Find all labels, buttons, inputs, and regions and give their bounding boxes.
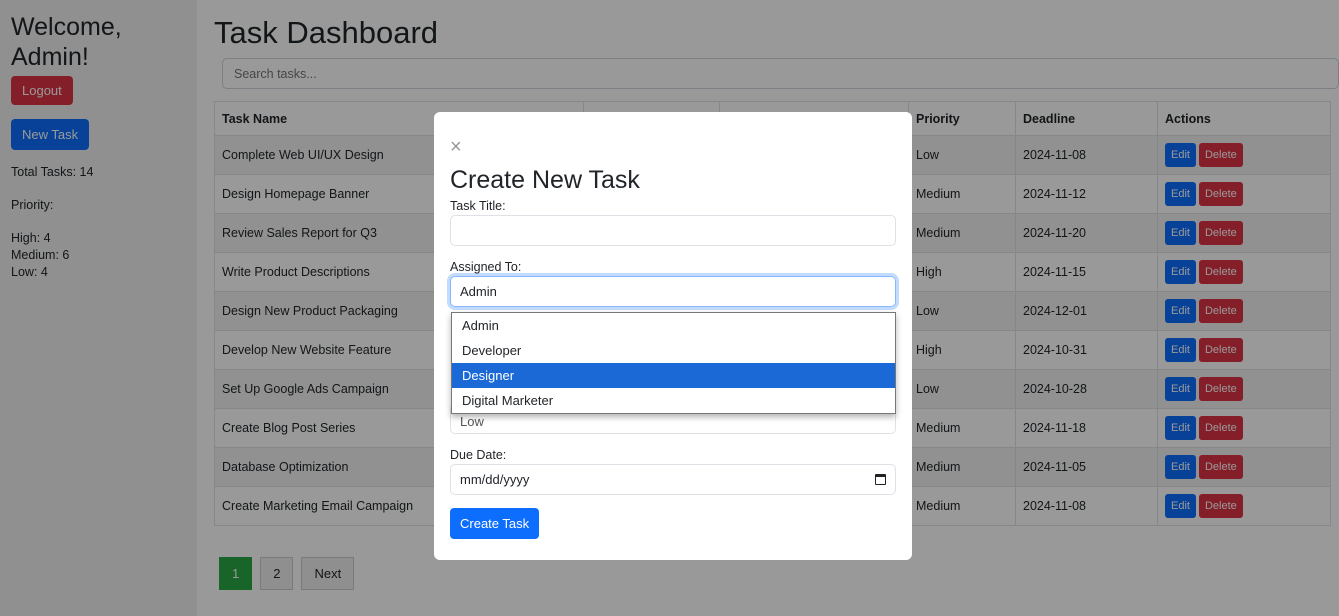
assigned-to-dropdown: Admin Developer Designer Digital Markete… <box>451 312 896 414</box>
option-digital-marketer[interactable]: Digital Marketer <box>452 388 895 413</box>
due-date-input[interactable]: mm/dd/yyyy <box>450 464 896 495</box>
close-icon[interactable]: × <box>450 136 462 159</box>
option-developer[interactable]: Developer <box>452 338 895 363</box>
task-title-label: Task Title: <box>450 199 506 213</box>
option-admin[interactable]: Admin <box>452 313 895 338</box>
due-date-placeholder: mm/dd/yyyy <box>460 472 530 487</box>
calendar-icon[interactable] <box>875 474 886 485</box>
assigned-to-select[interactable]: Admin <box>450 276 896 307</box>
assigned-to-label: Assigned To: <box>450 260 522 274</box>
task-title-input[interactable] <box>450 215 896 246</box>
modal-title: Create New Task <box>450 166 640 194</box>
create-task-button[interactable]: Create Task <box>450 508 540 539</box>
create-task-modal: × Create New Task Task Title: Assigned T… <box>434 112 912 560</box>
due-date-label: Due Date: <box>450 448 507 462</box>
option-designer[interactable]: Designer <box>452 363 895 388</box>
